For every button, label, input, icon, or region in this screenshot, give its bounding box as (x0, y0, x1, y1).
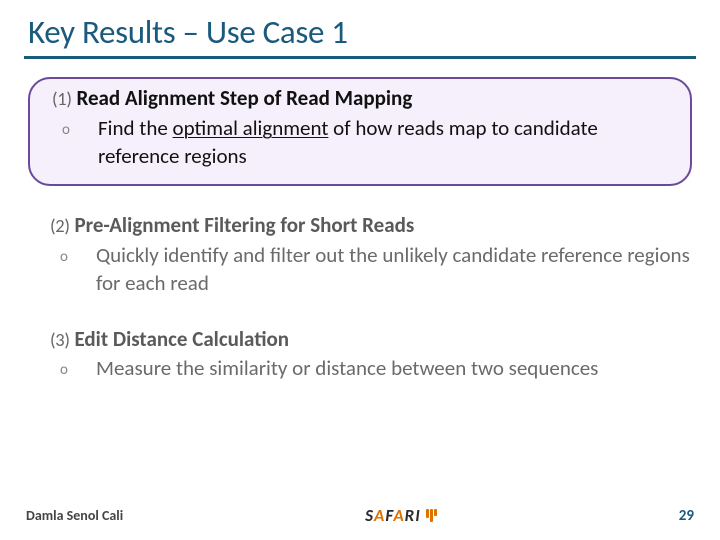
item-2: (2) Pre-Alignment Filtering for Short Re… (50, 212, 694, 297)
item-1: (1) Read Alignment Step of Read Mapping … (52, 85, 668, 170)
item-2-heading: Pre-Alignment Filtering for Short Reads (74, 212, 414, 238)
item-3: (3) Edit Distance Calculation oMeasure t… (50, 326, 694, 383)
title-underline (24, 56, 696, 59)
item-3-sub: oMeasure the similarity or distance betw… (78, 355, 694, 383)
bullet-icon: o (78, 248, 96, 268)
page-title: Key Results – Use Case 1 (28, 14, 694, 50)
footer: Damla Senol Cali SAFARI 29 (26, 505, 694, 526)
item-1-sub-underlined: optimal alignment (173, 115, 329, 141)
page-number: 29 (679, 507, 694, 525)
bullet-icon: o (80, 121, 98, 141)
bullet-icon: o (78, 361, 96, 381)
item-1-heading: Read Alignment Step of Read Mapping (76, 85, 412, 111)
footer-logo: SAFARI (365, 505, 437, 526)
item-3-sub-text: Measure the similarity or distance betwe… (96, 355, 598, 381)
highlighted-callout: (1) Read Alignment Step of Read Mapping … (28, 77, 692, 186)
item-1-sub-pre: Find the (98, 115, 173, 141)
logo-text: SAFARI (365, 505, 421, 526)
footer-author: Damla Senol Cali (26, 507, 123, 524)
item-2-sub-text: Quickly identify and filter out the unli… (96, 242, 690, 296)
logo-bars-icon (426, 509, 437, 522)
item-3-heading: Edit Distance Calculation (74, 326, 289, 352)
item-2-sub: oQuickly identify and filter out the unl… (78, 242, 694, 297)
item-3-label: (3) (50, 328, 70, 351)
item-2-label: (2) (50, 214, 70, 237)
item-1-sub: oFind the optimal alignment of how reads… (80, 115, 668, 170)
slide: Key Results – Use Case 1 (1) Read Alignm… (0, 0, 720, 540)
item-1-label: (1) (52, 87, 72, 110)
